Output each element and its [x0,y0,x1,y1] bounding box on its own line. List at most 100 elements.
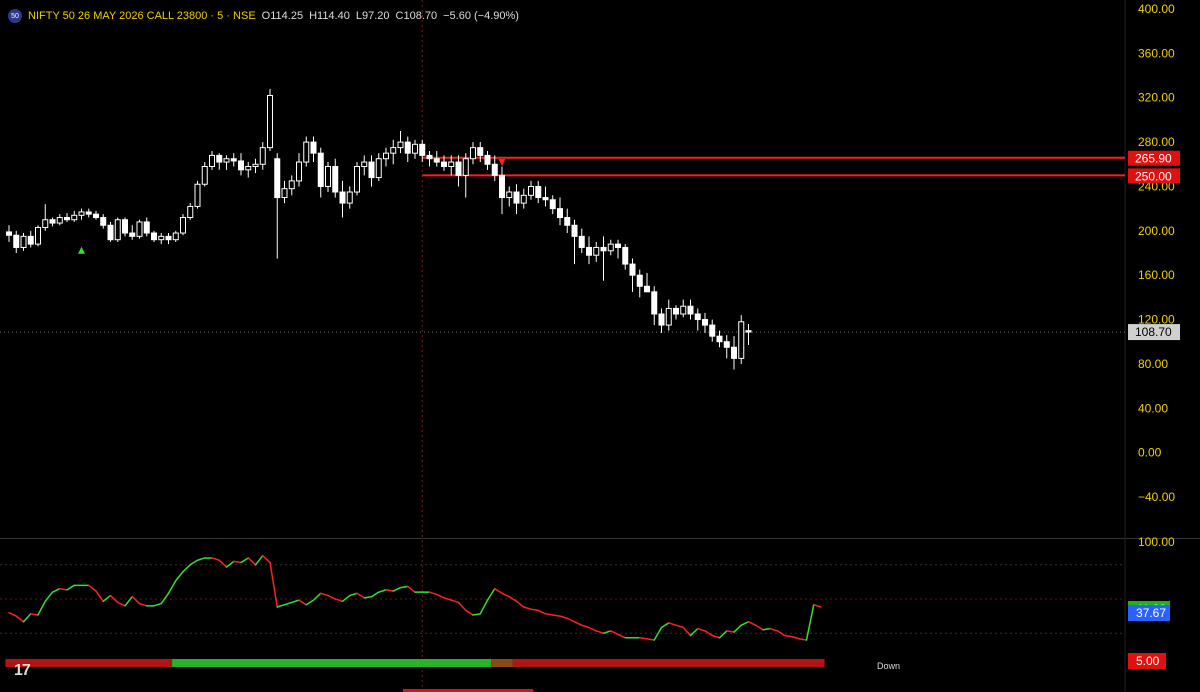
candle[interactable] [564,208,571,234]
candle[interactable] [35,225,41,247]
candle[interactable] [673,305,679,320]
candle[interactable] [354,162,360,196]
candle[interactable] [470,142,476,165]
candle[interactable] [114,217,121,242]
candle[interactable] [56,214,63,226]
candle[interactable] [455,155,462,187]
candle[interactable] [607,239,614,256]
candle[interactable] [658,308,665,333]
candle[interactable] [687,299,694,320]
candle[interactable] [702,312,708,333]
candle[interactable] [259,142,266,170]
candle[interactable] [731,336,737,370]
candle[interactable] [383,147,389,167]
candle[interactable] [477,142,484,163]
candle[interactable] [665,299,672,331]
candle[interactable] [238,153,244,176]
candle[interactable] [535,180,542,204]
symbol-title[interactable]: NIFTY 50 26 MAY 2026 CALL 23800 · 5 · NS… [28,10,256,22]
candle[interactable] [49,217,56,227]
candle[interactable] [361,155,368,176]
candle[interactable] [433,150,440,167]
candle[interactable] [194,180,201,209]
candle[interactable] [158,233,165,245]
candle[interactable] [745,323,752,346]
candle[interactable] [484,150,491,170]
chart-canvas[interactable]: 400.00360.00320.00280.00240.00200.00160.… [0,0,1200,692]
candle[interactable] [201,162,208,187]
candle[interactable] [615,239,621,259]
candle[interactable] [528,180,534,200]
candle[interactable] [274,153,281,259]
candle[interactable] [245,162,252,178]
candle[interactable] [499,166,505,215]
candle[interactable] [506,186,513,207]
candle[interactable] [680,299,687,318]
candle[interactable] [209,150,215,170]
candle[interactable] [390,139,397,165]
candle[interactable] [107,221,114,242]
candle[interactable] [42,204,49,231]
tradingview-logo[interactable]: 17 [14,662,31,680]
candle[interactable] [216,153,223,170]
candle[interactable] [122,217,128,237]
candle[interactable] [267,88,273,151]
candle[interactable] [71,210,78,222]
candle[interactable] [404,136,411,163]
candle[interactable] [593,241,600,262]
candle[interactable] [85,208,92,218]
candle[interactable] [629,258,636,292]
candle[interactable] [368,155,375,187]
chart-root[interactable]: 400.00 360.00 320.00 280.00 240.00 200.00 160.… [0,0,1200,692]
candle[interactable] [332,158,339,198]
candle[interactable] [542,186,549,207]
candle[interactable] [129,225,136,240]
candle[interactable] [317,147,324,198]
candle[interactable] [93,210,99,220]
candle[interactable] [622,244,629,270]
candle[interactable] [600,236,607,281]
candle[interactable] [636,269,643,298]
candle[interactable] [78,208,85,220]
candle[interactable] [143,217,150,237]
candle[interactable] [281,180,288,204]
candle[interactable] [303,136,310,167]
candle[interactable] [723,335,730,359]
candle[interactable] [716,330,723,348]
candle[interactable] [412,139,418,159]
candle[interactable] [165,233,172,245]
candle[interactable] [180,214,186,236]
candle[interactable] [288,175,295,196]
candle[interactable] [738,315,745,364]
candle[interactable] [230,153,237,167]
candle[interactable] [586,236,592,265]
candle[interactable] [513,184,520,215]
candle[interactable] [549,195,556,215]
candle[interactable] [375,153,382,181]
candle[interactable] [310,136,317,163]
candle[interactable] [6,225,12,242]
candle[interactable] [64,213,70,222]
candle[interactable] [20,233,27,251]
candle[interactable] [13,230,20,253]
candle[interactable] [491,155,498,181]
candle[interactable] [296,153,302,187]
symbol-badge[interactable]: 50 [8,9,22,23]
candle[interactable] [172,230,179,242]
candle[interactable] [557,197,563,226]
candle[interactable] [644,272,650,293]
candle[interactable] [709,319,716,342]
candle[interactable] [462,153,469,198]
candle[interactable] [325,162,331,192]
candle[interactable] [426,150,433,167]
candle[interactable] [520,188,527,209]
candle[interactable] [187,203,194,220]
candle[interactable] [27,230,34,248]
candle[interactable] [100,214,107,229]
candle[interactable] [151,230,157,242]
candle[interactable] [223,155,230,170]
candle[interactable] [346,186,353,209]
candle[interactable] [252,158,259,174]
candle[interactable] [694,308,701,331]
candle[interactable] [397,131,404,154]
